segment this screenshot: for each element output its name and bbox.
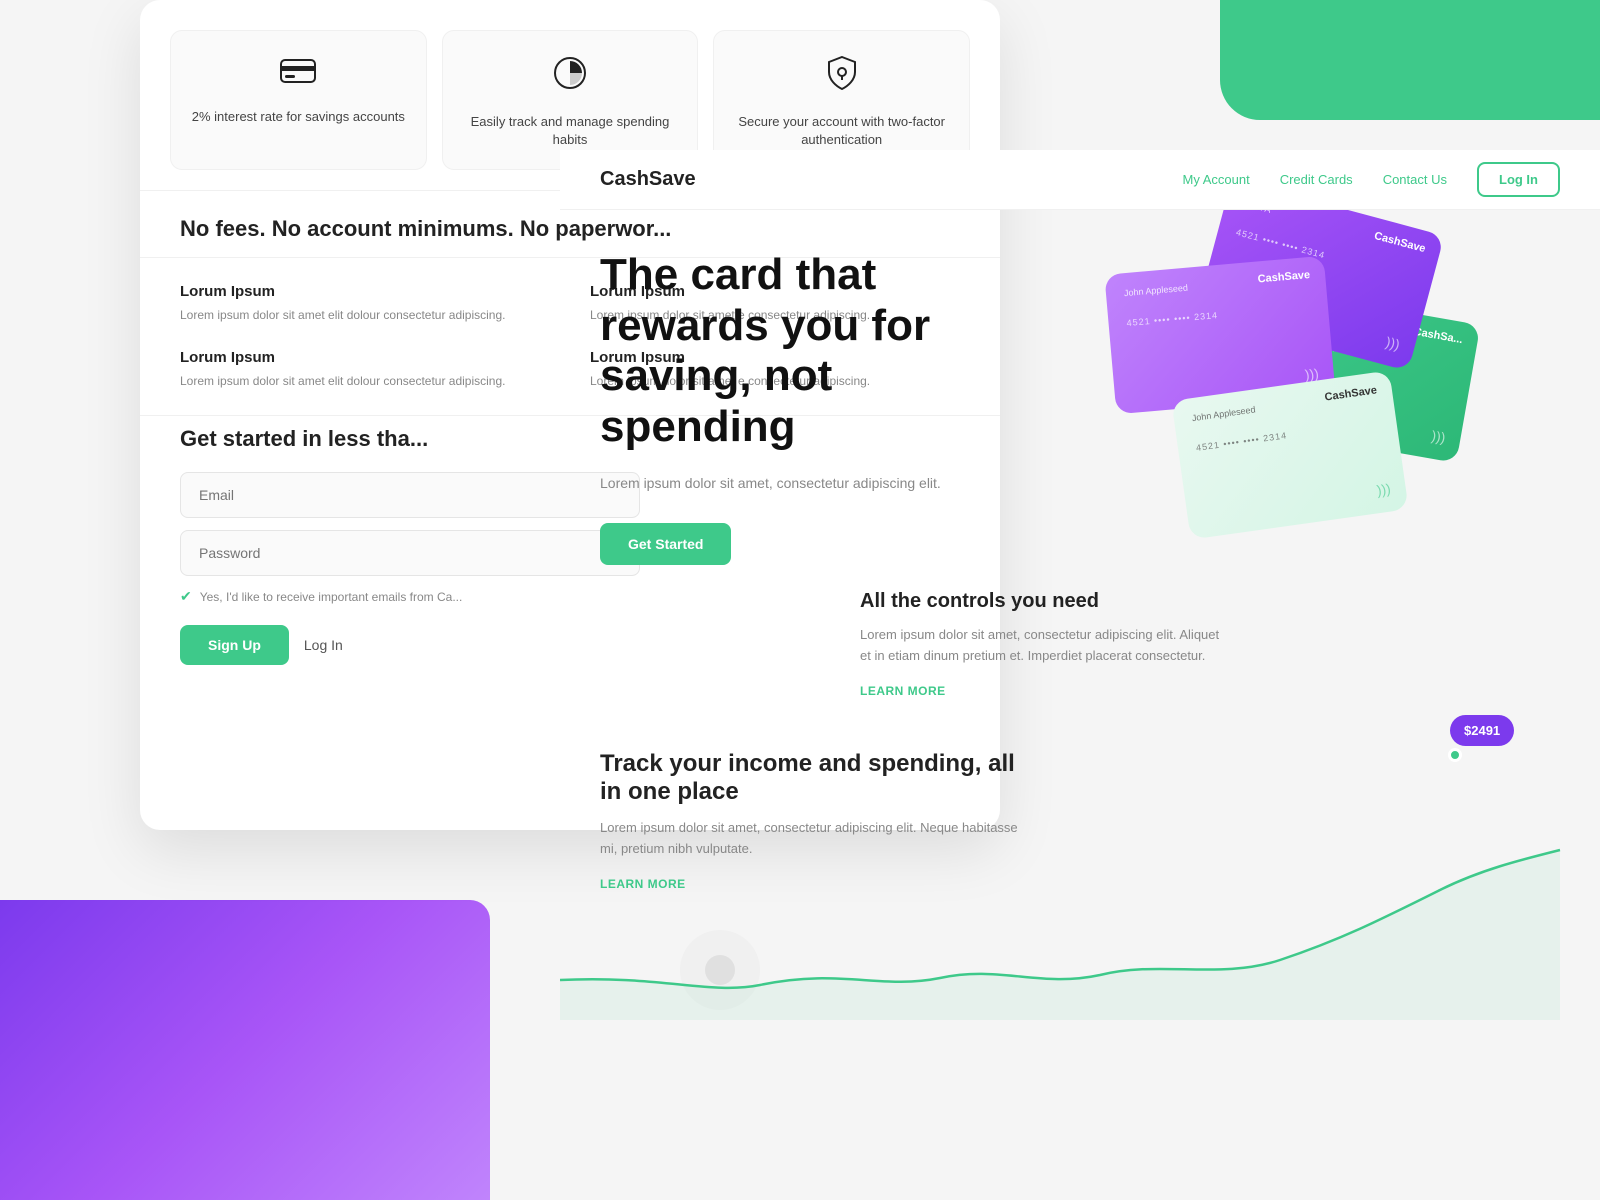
price-dot xyxy=(1448,748,1462,762)
feature-item-2: Lorum Ipsum Lorem ipsum dolor sit amet e… xyxy=(180,349,550,390)
lock-shield-icon xyxy=(734,56,949,98)
feature-item-0: Lorum Ipsum Lorem ipsum dolor sit amet e… xyxy=(180,283,550,324)
hero-title: The card that rewards you for saving, no… xyxy=(600,250,1020,452)
signup-button[interactable]: Sign Up xyxy=(180,625,289,665)
feature-item-desc-2: Lorem ipsum dolor sit amet elit dolour c… xyxy=(180,372,550,390)
checkbox-label: Yes, I'd like to receive important email… xyxy=(200,590,463,604)
nav-login-button[interactable]: Log In xyxy=(1477,162,1560,197)
track-learn-more[interactable]: LEARN MORE xyxy=(600,877,686,891)
hero-section: The card that rewards you for saving, no… xyxy=(560,210,1060,605)
card-nfc-light: ))) xyxy=(1376,480,1392,498)
feature-item-title-2: Lorum Ipsum xyxy=(180,349,550,366)
nav-link-contact-us[interactable]: Contact Us xyxy=(1383,172,1447,187)
feature-item-desc-0: Lorem ipsum dolor sit amet elit dolour c… xyxy=(180,306,550,324)
green-blob-decoration xyxy=(1220,0,1600,120)
nav-link-my-account[interactable]: My Account xyxy=(1183,172,1250,187)
card-nfc-purple: ))) xyxy=(1384,334,1402,353)
credit-card-icon xyxy=(191,56,406,93)
card-nfc-green: ))) xyxy=(1430,427,1447,445)
track-title: Track your income and spending, all in o… xyxy=(600,750,1020,806)
track-description: Lorem ipsum dolor sit amet, consectetur … xyxy=(600,818,1020,860)
track-section: Track your income and spending, all in o… xyxy=(560,730,1060,913)
card-number-light: 4521 •••• •••• 2314 xyxy=(1195,417,1379,453)
get-started-button[interactable]: Get Started xyxy=(600,523,731,565)
feature-card-interest: 2% interest rate for savings accounts xyxy=(170,30,427,170)
nav-links: My Account Credit Cards Contact Us Log I… xyxy=(1183,162,1560,197)
checkbox-checked-icon: ✔ xyxy=(180,588,192,605)
price-value: $2491 xyxy=(1464,723,1500,738)
controls-section: All the controls you need Lorem ipsum do… xyxy=(840,570,1240,720)
feature-text-interest: 2% interest rate for savings accounts xyxy=(191,108,406,126)
nav-link-credit-cards[interactable]: Credit Cards xyxy=(1280,172,1353,187)
hero-description: Lorem ipsum dolor sit amet, consectetur … xyxy=(600,472,1020,494)
chart-icon xyxy=(463,56,678,98)
bottom-purple-decoration xyxy=(0,900,490,1200)
cards-visual: CashSave John A 4521 •••• •••• 2314 ))) … xyxy=(1050,185,1500,565)
panel-login-button[interactable]: Log In xyxy=(304,637,343,653)
feature-text-secure: Secure your account with two-factor auth… xyxy=(734,113,949,149)
navbar: CashSave My Account Credit Cards Contact… xyxy=(560,150,1600,210)
controls-learn-more[interactable]: LEARN MORE xyxy=(860,684,946,698)
controls-description: Lorem ipsum dolor sit amet, consectetur … xyxy=(860,625,1220,667)
card-light: CashSave John Appleseed 4521 •••• •••• 2… xyxy=(1171,370,1408,539)
card-name-lavender: John Appleseed xyxy=(1124,272,1308,298)
feature-text-track: Easily track and manage spending habits xyxy=(463,113,678,149)
feature-item-title-0: Lorum Ipsum xyxy=(180,283,550,300)
controls-title: All the controls you need xyxy=(860,590,1220,613)
price-bubble: $2491 xyxy=(1450,715,1514,746)
card-number-lavender: 4521 •••• •••• 2314 xyxy=(1126,302,1310,328)
nav-logo: CashSave xyxy=(600,168,696,191)
